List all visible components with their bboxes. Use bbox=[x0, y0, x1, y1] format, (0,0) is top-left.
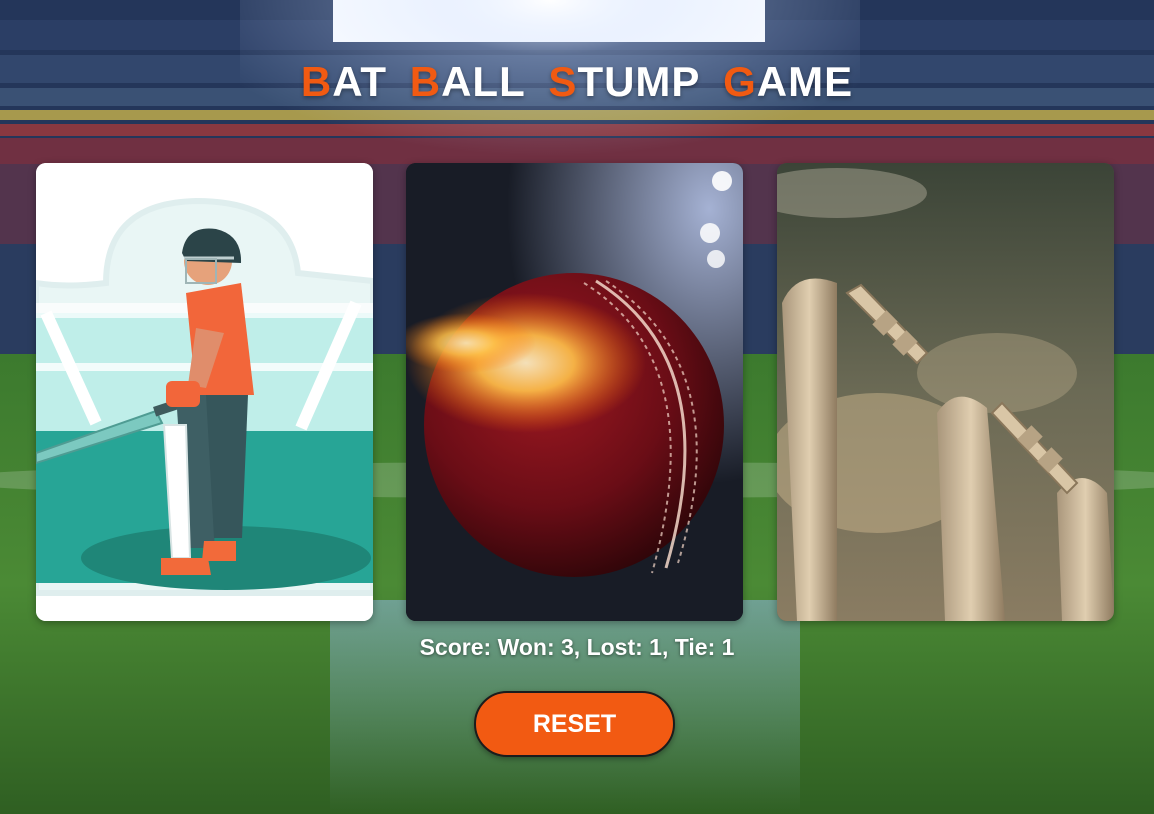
game-title: BAT BALL STUMP GAME bbox=[0, 58, 1154, 106]
stumps-image bbox=[777, 163, 1114, 621]
title-word-ball: BALL bbox=[409, 58, 526, 105]
reset-button[interactable]: RESET bbox=[474, 691, 675, 757]
cricket-ball-image bbox=[406, 163, 743, 621]
ball-choice-card[interactable] bbox=[406, 163, 743, 621]
title-word-bat: BAT bbox=[300, 58, 388, 105]
batsman-image bbox=[36, 163, 373, 621]
game-page: BAT BALL STUMP GAME Score: Won: 3, Lost:… bbox=[0, 0, 1154, 814]
bat-choice-card[interactable] bbox=[36, 163, 373, 621]
stump-choice-card[interactable] bbox=[777, 163, 1114, 621]
title-word-stump: STUMP bbox=[548, 58, 701, 105]
title-word-game: GAME bbox=[723, 58, 854, 105]
score-text: Score: Won: 3, Lost: 1, Tie: 1 bbox=[419, 634, 735, 660]
